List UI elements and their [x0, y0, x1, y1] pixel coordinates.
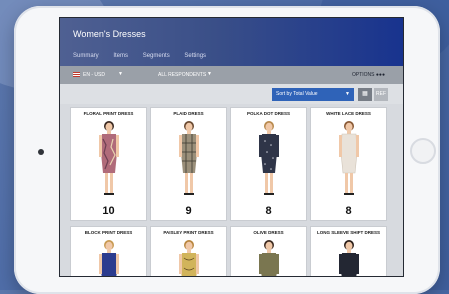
app-screen: Women's Dresses Summary Items Segments S… — [59, 17, 404, 277]
results-toolbar: Sort by Total Value ▼ ▦ REF — [60, 84, 403, 104]
model-image — [338, 121, 359, 195]
ref-button[interactable]: REF — [374, 88, 388, 101]
chevron-down-icon: ▼ — [345, 91, 350, 97]
chevron-down-icon[interactable]: ▼ — [207, 71, 212, 77]
tab-summary[interactable]: Summary — [73, 53, 99, 59]
model-image — [178, 240, 199, 276]
product-card[interactable]: PLAID DRESS 9 — [150, 107, 227, 221]
product-card[interactable]: PAISLEY PRINT DRESS — [150, 226, 227, 276]
product-card[interactable]: WHITE LACE DRESS 8 — [310, 107, 387, 221]
respondents-filter[interactable]: ALL RESPONDENTS — [158, 72, 206, 78]
camera-icon — [38, 149, 44, 155]
vote-count: 9 — [185, 205, 192, 217]
product-name: FLORAL PRINT DRESS — [83, 111, 134, 116]
grid-view-button[interactable]: ▦ — [358, 88, 372, 101]
product-card[interactable]: OLIVE DRESS — [230, 226, 307, 276]
model-image — [338, 240, 359, 276]
more-dots-icon: ●●● — [375, 72, 385, 78]
vote-count: 8 — [265, 205, 272, 217]
product-name: PAISLEY PRINT DRESS — [163, 230, 214, 235]
vote-count: 10 — [102, 205, 115, 217]
sort-label: Sort by Total Value — [276, 91, 318, 97]
page-title: Women's Dresses — [73, 29, 146, 39]
product-card[interactable]: POLKA DOT DRESS 8 — [230, 107, 307, 221]
app-header: Women's Dresses Summary Items Segments S… — [60, 18, 403, 66]
tab-bar: Summary Items Segments Settings — [73, 53, 219, 59]
product-name: OLIVE DRESS — [253, 230, 284, 235]
model-image — [98, 121, 119, 195]
product-card[interactable]: BLOCK PRINT DRESS — [70, 226, 147, 276]
model-image — [98, 240, 119, 276]
sort-dropdown[interactable]: Sort by Total Value ▼ — [272, 88, 354, 101]
product-name: POLKA DOT DRESS — [246, 111, 291, 116]
model-image — [258, 121, 279, 195]
model-image — [258, 240, 279, 276]
options-label: OPTIONS — [352, 72, 375, 78]
product-name: WHITE LACE DRESS — [326, 111, 371, 116]
chevron-down-icon[interactable]: ▼ — [118, 71, 123, 77]
tab-settings[interactable]: Settings — [184, 53, 206, 59]
grid-icon: ▦ — [362, 91, 368, 97]
flag-icon — [73, 72, 80, 77]
tab-segments[interactable]: Segments — [143, 53, 170, 59]
tab-items[interactable]: Items — [113, 53, 128, 59]
filter-bar: EN - USD ▼ ALL RESPONDENTS ▼ OPTIONS ●●● — [60, 66, 403, 85]
language-selector[interactable]: EN - USD — [83, 72, 105, 78]
model-image — [178, 121, 199, 195]
product-name: PLAID DRESS — [173, 111, 204, 116]
options-menu[interactable]: OPTIONS ●●● — [352, 72, 385, 78]
product-card[interactable]: FLORAL PRINT DRESS 10 — [70, 107, 147, 221]
product-name: BLOCK PRINT DRESS — [84, 230, 133, 235]
product-card[interactable]: LONG SLEEVE SHIFT DRESS — [310, 226, 387, 276]
home-button[interactable] — [410, 138, 436, 164]
product-name: LONG SLEEVE SHIFT DRESS — [316, 230, 380, 235]
vote-count: 8 — [345, 205, 352, 217]
